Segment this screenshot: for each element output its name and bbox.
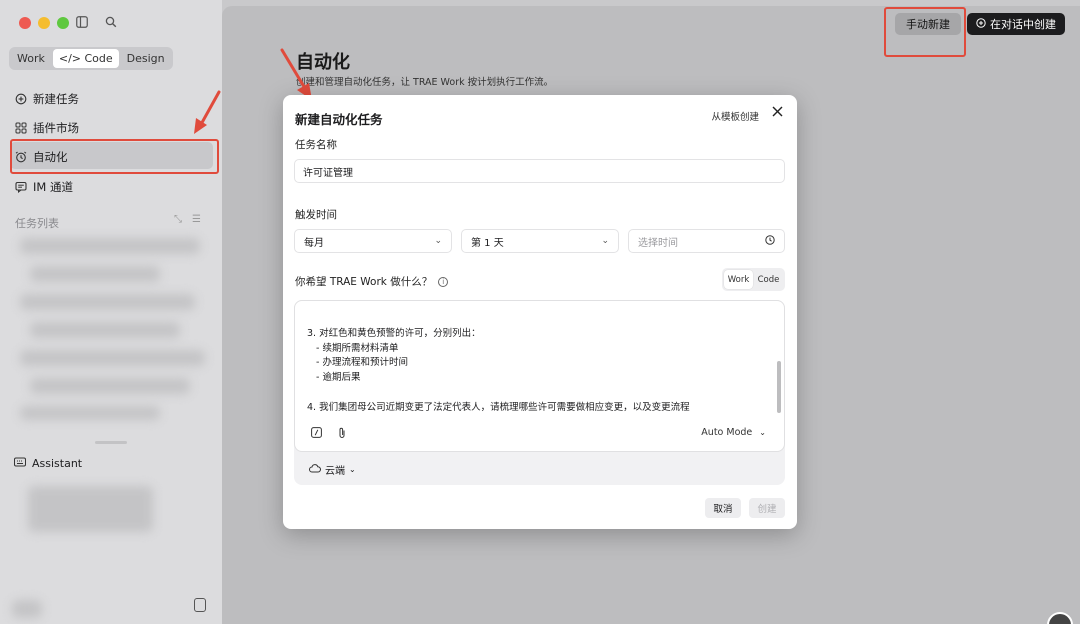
frequency-select[interactable]: 每月 ⌄ — [294, 229, 452, 253]
sidebar-toggle-icon[interactable] — [76, 16, 90, 30]
close-window-button[interactable] — [19, 17, 31, 29]
modal-title: 新建自动化任务 — [295, 112, 383, 127]
time-placeholder: 选择时间 — [638, 237, 678, 249]
annotation-box-manual-new — [884, 7, 966, 57]
attachment-icon[interactable] — [337, 427, 347, 442]
task-list-tools: ⤡ ☰ — [174, 214, 201, 225]
segment-design[interactable]: Design — [121, 49, 171, 68]
sidebar-item-label: 插件市场 — [33, 121, 79, 135]
chevron-down-icon: ⌄ — [601, 236, 609, 246]
keyboard-icon — [14, 457, 26, 470]
create-button[interactable]: 创建 — [749, 498, 785, 518]
day-value: 第 1 天 — [471, 237, 504, 249]
prompt-line: - 办理流程和预计时间 — [307, 357, 409, 369]
sidebar-item-label: IM 通道 — [33, 180, 73, 194]
task-name-label: 任务名称 — [295, 139, 337, 151]
annotation-arrow-sidebar — [194, 90, 221, 134]
day-select[interactable]: 第 1 天 ⌄ — [461, 229, 619, 253]
info-icon[interactable]: i — [438, 277, 449, 287]
prompt-scrollbar[interactable] — [777, 361, 781, 413]
agent-mode-value: Auto Mode — [701, 427, 753, 438]
trigger-time-label: 触发时间 — [295, 209, 337, 221]
maximize-window-button[interactable] — [57, 17, 69, 29]
window-controls — [19, 17, 69, 29]
task-list-item-blurred[interactable] — [30, 378, 190, 394]
task-name-input[interactable]: 许可证管理 — [294, 159, 785, 183]
prompt-line: 4. 我们集团母公司近期变更了法定代表人，请梳理哪些许可需要做相应变更，以及变更… — [307, 401, 690, 413]
cloud-icon — [309, 463, 321, 476]
toggle-code[interactable]: Code — [754, 270, 783, 289]
prompt-label-row: 你希望 TRAE Work 做什么？ i — [295, 274, 449, 289]
task-list-item-blurred[interactable] — [20, 350, 205, 366]
minimize-window-button[interactable] — [38, 17, 50, 29]
task-list-item-blurred[interactable] — [20, 294, 195, 310]
segment-work[interactable]: Work — [11, 49, 51, 68]
create-in-chat-label: 在对话中创建 — [990, 18, 1056, 31]
assistant-preview-blurred — [28, 486, 153, 532]
task-list-item-blurred[interactable] — [20, 238, 200, 254]
frequency-value: 每月 — [304, 237, 324, 249]
new-task-icon — [15, 93, 27, 105]
task-list-title: 任务列表 — [15, 217, 59, 230]
new-automation-modal: 新建自动化任务 从模板创建 任务名称 许可证管理 触发时间 每月 ⌄ 第 1 天… — [283, 95, 797, 529]
cancel-button[interactable]: 取消 — [705, 498, 741, 518]
sidebar-item-plugin-market[interactable]: 插件市场 — [15, 120, 79, 136]
prompt-textarea[interactable]: 3. 对红色和黄色预警的许可，分别列出： - 续期所需材料清单 - 办理流程和预… — [294, 300, 785, 452]
prompt-line: - 逾期后果 — [307, 372, 361, 384]
mobile-device-icon[interactable] — [194, 598, 206, 612]
segment-code[interactable]: </> Code — [52, 49, 119, 68]
annotation-box-automation — [10, 139, 219, 174]
prompt-composer: 3. 对红色和黄色预警的许可，分别列出： - 续期所需材料清单 - 办理流程和预… — [294, 300, 785, 485]
chevron-down-icon: ⌄ — [434, 236, 442, 246]
annotation-arrow-modal — [280, 48, 312, 100]
plugin-grid-icon — [15, 122, 27, 134]
sidebar-item-label: 新建任务 — [33, 92, 79, 106]
sidebar-item-assistant[interactable]: Assistant — [14, 457, 82, 470]
chevron-down-icon: ⌄ — [759, 428, 766, 437]
clock-icon — [765, 234, 775, 248]
work-code-toggle: Work Code — [722, 268, 785, 291]
task-list-item-blurred[interactable] — [30, 266, 160, 282]
resize-handle[interactable] — [95, 441, 127, 444]
assistant-label: Assistant — [32, 457, 83, 470]
runtime-value: 云端 — [325, 466, 345, 477]
runtime-select[interactable]: 云端 ⌄ — [309, 462, 356, 477]
toggle-work[interactable]: Work — [724, 270, 753, 289]
sidebar-item-im-channel[interactable]: IM 通道 — [15, 179, 73, 195]
search-icon[interactable] — [105, 16, 119, 30]
slash-command-icon[interactable] — [311, 427, 322, 441]
sidebar: Work </> Code Design 新建任务 插件市场 自动化 IM 通道… — [0, 0, 222, 624]
prompt-text: 3. 对红色和黄色预警的许可，分别列出： - 续期所需材料清单 - 办理流程和预… — [307, 327, 690, 415]
prompt-line — [307, 386, 690, 401]
collapse-icon[interactable]: ⤡ — [174, 214, 182, 225]
time-picker[interactable]: 选择时间 — [628, 229, 785, 253]
agent-mode-select[interactable]: Auto Mode ⌄ — [701, 427, 766, 438]
chat-plus-icon — [976, 17, 986, 31]
prompt-line: 3. 对红色和黄色预警的许可，分别列出： — [307, 328, 481, 339]
close-icon[interactable] — [772, 105, 783, 121]
task-list-item-blurred[interactable] — [30, 322, 180, 338]
prompt-line: - 续期所需材料清单 — [307, 342, 399, 354]
sidebar-item-new-task[interactable]: 新建任务 — [15, 91, 79, 107]
chat-bubble-icon — [15, 181, 27, 194]
create-in-chat-button[interactable]: 在对话中创建 — [967, 13, 1065, 35]
page-subtitle: 创建和管理自动化任务，让 TRAE Work 按计划执行工作流。 — [296, 77, 554, 88]
from-template-link[interactable]: 从模板创建 — [711, 109, 759, 123]
prompt-label: 你希望 TRAE Work 做什么？ — [295, 276, 433, 288]
mode-segmented-control: Work </> Code Design — [9, 47, 173, 70]
user-avatar-blurred[interactable] — [12, 600, 42, 618]
task-list-item-blurred[interactable] — [20, 406, 160, 420]
filter-icon[interactable]: ☰ — [192, 214, 201, 225]
chevron-down-icon: ⌄ — [349, 465, 356, 474]
